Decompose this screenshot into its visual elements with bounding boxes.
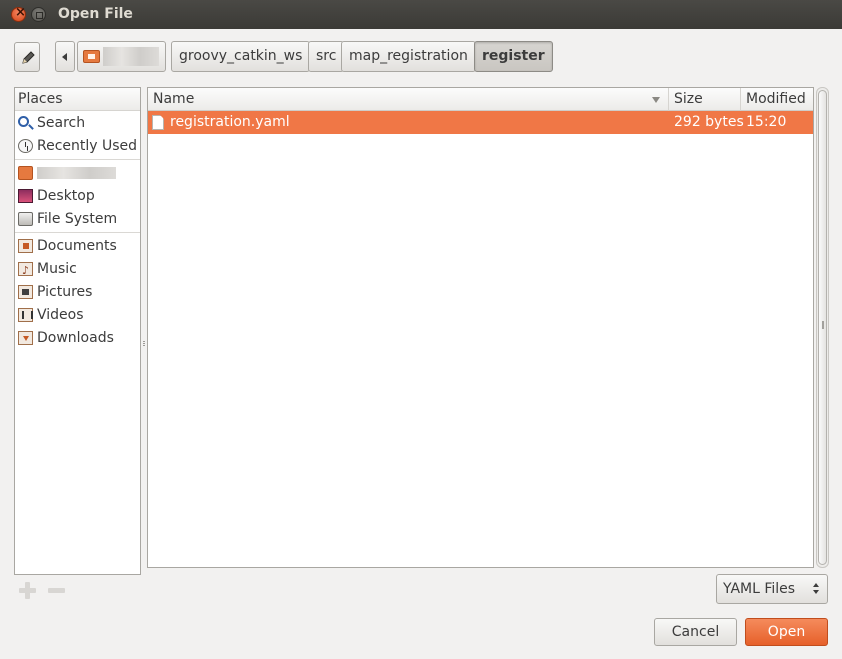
home-folder-icon <box>83 50 100 63</box>
file-size: 292 bytes <box>674 114 744 130</box>
window-title: Open File <box>58 6 133 22</box>
sidebar-item-desktop[interactable]: Desktop <box>15 185 140 207</box>
redacted-username <box>103 47 159 66</box>
crumb-src[interactable]: src <box>308 41 345 72</box>
sidebar-item-label: Search <box>37 115 86 131</box>
sidebar-item-label: Recently Used <box>37 138 138 154</box>
add-bookmark-button[interactable] <box>19 582 36 599</box>
vertical-scrollbar[interactable] <box>816 87 829 568</box>
column-header-size[interactable]: Size <box>669 88 741 111</box>
sidebar-item-home[interactable] <box>15 162 140 184</box>
desktop-icon <box>18 189 33 203</box>
close-window-button[interactable] <box>11 5 26 22</box>
file-type-filter-select[interactable]: YAML Files <box>716 574 828 604</box>
documents-folder-icon <box>18 239 33 253</box>
sidebar-item-label: Documents <box>37 238 117 254</box>
pencil-icon <box>22 51 35 64</box>
column-header-name[interactable]: Name <box>148 88 669 111</box>
sidebar-item-pictures[interactable]: Pictures <box>15 281 140 303</box>
table-row[interactable]: registration.yaml 292 bytes 15:20 <box>148 111 813 134</box>
cancel-button[interactable]: Cancel <box>654 618 737 646</box>
column-header-label: Name <box>153 91 195 107</box>
sidebar-item-downloads[interactable]: Downloads <box>15 327 140 349</box>
videos-folder-icon <box>18 308 33 322</box>
sort-descending-icon <box>652 97 660 103</box>
up-down-arrows-icon <box>813 583 820 595</box>
sidebar-item-label: Desktop <box>37 188 95 204</box>
open-button[interactable]: Open <box>745 618 828 646</box>
sidebar-item-label: Music <box>37 261 77 277</box>
file-name: registration.yaml <box>170 114 290 130</box>
sidebar-item-label: File System <box>37 211 118 227</box>
column-header-modified[interactable]: Modified <box>741 88 813 111</box>
sidebar-item-recently-used[interactable]: Recently Used <box>15 135 140 157</box>
home-folder-icon <box>18 166 33 180</box>
pathbar-scroll-left-button[interactable] <box>55 41 75 72</box>
music-folder-icon <box>18 260 33 282</box>
sidebar-item-search[interactable]: Search <box>15 112 140 134</box>
search-icon <box>18 116 29 127</box>
file-list: Name Size Modified registration.yaml 292… <box>147 87 814 568</box>
sidebar-item-file-system[interactable]: File System <box>15 208 140 230</box>
sidebar-item-label: Videos <box>37 307 84 323</box>
scrollbar-thumb[interactable] <box>818 90 827 565</box>
crumb-map-registration[interactable]: map_registration <box>341 41 476 72</box>
crumb-groovy-catkin-ws[interactable]: groovy_catkin_ws <box>171 41 311 72</box>
downloads-folder-icon <box>18 331 33 345</box>
maximize-window-button[interactable] <box>31 7 46 22</box>
type-location-button[interactable] <box>14 42 40 72</box>
title-bar: Open File <box>0 0 842 29</box>
file-system-icon <box>18 212 33 226</box>
recently-used-icon <box>18 139 33 153</box>
file-type-filter-value: YAML Files <box>723 581 796 597</box>
sidebar-item-label: Pictures <box>37 284 93 300</box>
sidebar-item-label: Downloads <box>37 330 114 346</box>
pane-resize-handle[interactable] <box>142 340 146 349</box>
sidebar-separator <box>15 232 140 233</box>
sidebar-item-music[interactable]: Music <box>15 258 140 282</box>
crumb-home[interactable] <box>77 41 166 72</box>
sidebar-item-videos[interactable]: Videos <box>15 304 140 326</box>
file-modified: 15:20 <box>746 114 787 130</box>
sidebar-item-documents[interactable]: Documents <box>15 235 140 257</box>
remove-bookmark-button[interactable] <box>48 588 65 593</box>
pictures-folder-icon <box>18 285 33 299</box>
text-file-icon <box>152 115 164 130</box>
redacted-username <box>37 167 116 179</box>
places-sidebar: Places Search Recently Used Desktop File… <box>14 87 141 575</box>
crumb-register[interactable]: register <box>474 41 553 72</box>
sidebar-separator <box>15 159 140 160</box>
places-header[interactable]: Places <box>15 88 140 111</box>
